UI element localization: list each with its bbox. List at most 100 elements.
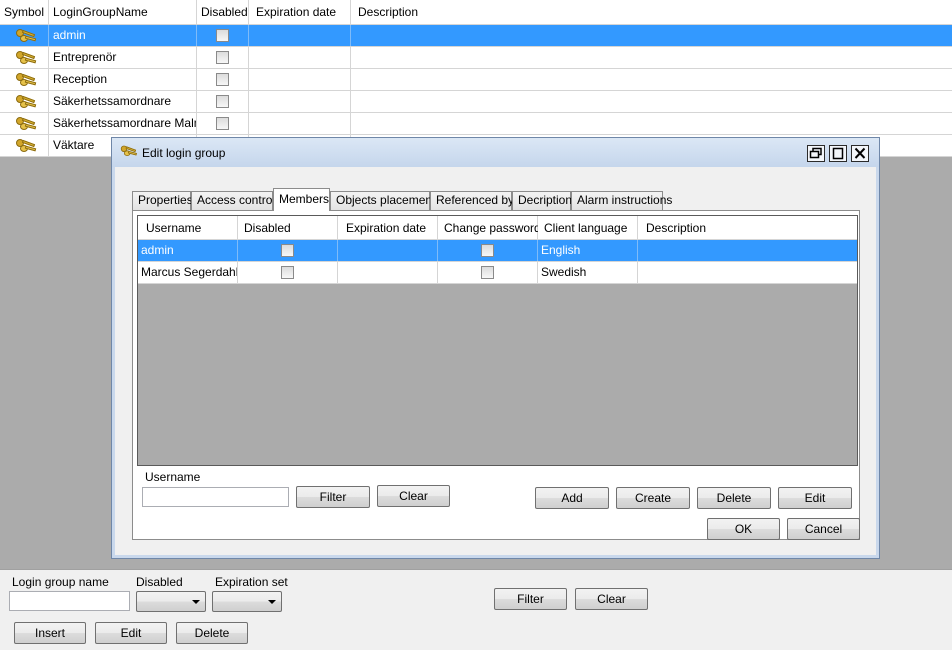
login-group-name-cell: Säkerhetssamordnare — [49, 91, 197, 112]
login-group-name-cell: Reception — [49, 69, 197, 90]
change-password-checkbox[interactable] — [481, 266, 494, 279]
column-header-disabled[interactable]: Disabled — [197, 0, 249, 25]
disabled-checkbox[interactable] — [216, 95, 229, 108]
column-header-description[interactable]: Description — [638, 216, 857, 240]
disabled-cell — [197, 113, 249, 134]
insert-button[interactable]: Insert — [14, 622, 86, 644]
disabled-cell — [238, 240, 338, 261]
ok-button[interactable]: OK — [707, 518, 780, 540]
keys-icon — [120, 144, 140, 160]
disabled-checkbox[interactable] — [216, 29, 229, 42]
close-icon — [854, 147, 866, 159]
column-header-expiration-date[interactable]: Expiration date — [338, 216, 438, 240]
change-password-cell — [438, 240, 538, 261]
expiration-date-cell — [338, 262, 438, 283]
keys-icon — [15, 71, 37, 88]
maximize-button[interactable] — [829, 145, 847, 162]
column-header-username[interactable]: Username — [138, 216, 238, 240]
table-row[interactable]: Säkerhetssamordnare Malmö — [0, 113, 952, 135]
table-row[interactable]: Reception — [0, 69, 952, 91]
disabled-checkbox[interactable] — [281, 266, 294, 279]
dialog-client-area: Properties Access control Members Object… — [115, 167, 876, 555]
members-clear-button[interactable]: Clear — [377, 485, 450, 507]
expiration-date-cell — [249, 25, 351, 46]
table-row[interactable]: admin English — [138, 240, 857, 262]
expiration-date-cell — [249, 113, 351, 134]
symbol-cell — [0, 47, 49, 68]
disabled-checkbox[interactable] — [216, 51, 229, 64]
edit-member-button[interactable]: Edit — [778, 487, 852, 509]
expiration-date-cell — [249, 69, 351, 90]
column-header-expiration-date[interactable]: Expiration date — [249, 0, 351, 25]
username-cell: admin — [138, 240, 238, 261]
description-cell — [638, 262, 857, 283]
column-header-logingroupname[interactable]: LoginGroupName — [49, 0, 240, 25]
restore-button[interactable] — [807, 145, 825, 162]
disabled-checkbox[interactable] — [281, 244, 294, 257]
login-group-name-cell: admin — [49, 25, 197, 46]
description-cell — [351, 47, 952, 68]
column-header-description[interactable]: Description — [351, 0, 952, 25]
symbol-cell — [0, 69, 49, 90]
change-password-cell — [438, 262, 538, 283]
members-filter-button[interactable]: Filter — [296, 486, 370, 508]
maximize-icon — [832, 147, 844, 160]
symbol-cell — [0, 91, 49, 112]
description-cell — [351, 25, 952, 46]
expiration-set-label: Expiration set — [215, 575, 288, 589]
tab-access-control[interactable]: Access control — [191, 191, 275, 210]
expiration-set-dropdown[interactable] — [212, 591, 282, 612]
clear-button[interactable]: Clear — [575, 588, 648, 610]
login-group-name-cell: Säkerhetssamordnare Malmö — [49, 113, 197, 134]
change-password-checkbox[interactable] — [481, 244, 494, 257]
disabled-cell — [197, 91, 249, 112]
column-header-client-language[interactable]: Client language — [538, 216, 638, 240]
filter-button[interactable]: Filter — [494, 588, 567, 610]
edit-button[interactable]: Edit — [95, 622, 167, 644]
table-row[interactable]: Entreprenör — [0, 47, 952, 69]
description-cell — [351, 91, 952, 112]
disabled-checkbox[interactable] — [216, 73, 229, 86]
add-member-button[interactable]: Add — [535, 487, 609, 509]
tab-objects-placement[interactable]: Objects placement — [330, 191, 435, 210]
symbol-cell — [0, 135, 49, 156]
table-row[interactable]: Marcus Segerdahl Swedish — [138, 262, 857, 284]
cancel-button[interactable]: Cancel — [787, 518, 860, 540]
login-groups-grid[interactable]: Symbol LoginGroupName Disabled Expiratio… — [0, 0, 952, 157]
client-language-cell: English — [538, 240, 638, 261]
disabled-dropdown[interactable] — [136, 591, 206, 612]
delete-member-button[interactable]: Delete — [697, 487, 771, 509]
members-grid[interactable]: Username Disabled Expiration date Change… — [137, 215, 858, 466]
dialog-title: Edit login group — [142, 146, 226, 160]
members-tab-page: Username Disabled Expiration date Change… — [132, 210, 860, 540]
close-button[interactable] — [851, 145, 869, 162]
table-row[interactable]: admin — [0, 25, 952, 47]
table-row[interactable]: Säkerhetssamordnare — [0, 91, 952, 113]
tab-alarm-instructions[interactable]: Alarm instructions — [571, 191, 672, 210]
column-header-change-password[interactable]: Change password — [438, 216, 541, 240]
dialog-title-bar[interactable]: Edit login group — [112, 138, 879, 167]
keys-icon — [15, 137, 37, 154]
symbol-cell — [0, 113, 49, 134]
tab-members[interactable]: Members — [273, 188, 330, 211]
restore-icon — [809, 147, 822, 159]
tab-decription[interactable]: Decription — [512, 191, 572, 210]
keys-icon — [15, 115, 37, 132]
username-input[interactable] — [142, 487, 289, 507]
username-label: Username — [145, 470, 201, 484]
delete-button[interactable]: Delete — [176, 622, 248, 644]
symbol-cell — [0, 25, 49, 46]
client-language-cell: Swedish — [538, 262, 638, 283]
filter-panel: Login group name Disabled Expiration set… — [0, 569, 952, 650]
tab-referenced-by[interactable]: Referenced by — [430, 191, 514, 210]
keys-icon — [15, 93, 37, 110]
column-header-symbol[interactable]: Symbol — [0, 0, 49, 25]
expiration-date-cell — [338, 240, 438, 261]
create-member-button[interactable]: Create — [616, 487, 690, 509]
expiration-date-cell — [249, 91, 351, 112]
column-header-disabled[interactable]: Disabled — [238, 216, 338, 240]
edit-login-group-dialog: Edit login group Properties Access contr… — [111, 137, 880, 559]
tab-properties[interactable]: Properties — [132, 191, 193, 210]
login-group-name-input[interactable] — [9, 591, 130, 611]
disabled-checkbox[interactable] — [216, 117, 229, 130]
